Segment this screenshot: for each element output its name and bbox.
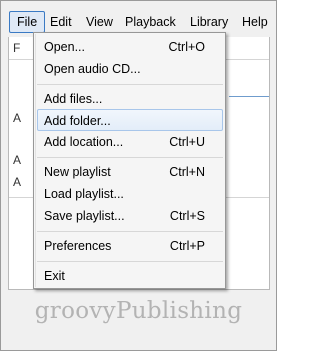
menu-item-label: Open... xyxy=(44,40,85,54)
menu-edit[interactable]: Edit xyxy=(50,11,72,33)
truncated-text-fragment: A xyxy=(13,175,22,189)
menu-item-shortcut: Ctrl+N xyxy=(169,165,205,179)
menu-item-add-location[interactable]: Add location... Ctrl+U xyxy=(37,131,223,153)
menu-view[interactable]: View xyxy=(86,11,113,33)
truncated-text-fragment: A xyxy=(13,153,22,167)
menu-item-new-playlist[interactable]: New playlist Ctrl+N xyxy=(37,161,223,183)
menu-item-label: Preferences xyxy=(44,239,112,253)
watermark-logo: groovyPublishing xyxy=(34,298,243,324)
menu-separator xyxy=(37,231,223,232)
selection-line xyxy=(229,96,269,97)
menu-item-label: New playlist xyxy=(44,165,111,179)
truncated-text-fragment: F xyxy=(13,41,21,55)
truncated-text-fragment: A xyxy=(13,111,22,125)
menu-item-label: Add folder... xyxy=(44,114,111,128)
menu-item-preferences[interactable]: Preferences Ctrl+P xyxy=(37,235,223,257)
menu-item-save-playlist[interactable]: Save playlist... Ctrl+S xyxy=(37,205,223,227)
menu-item-add-folder[interactable]: Add folder... xyxy=(37,109,223,131)
menu-item-shortcut: Ctrl+S xyxy=(169,209,205,223)
menu-gutter xyxy=(35,34,36,287)
menu-item-add-files[interactable]: Add files... xyxy=(37,88,223,110)
menu-item-open-audio-cd[interactable]: Open audio CD... xyxy=(37,58,223,80)
menu-separator xyxy=(37,84,223,85)
menu-item-load-playlist[interactable]: Load playlist... xyxy=(37,183,223,205)
menu-item-label: Open audio CD... xyxy=(44,62,141,76)
menu-library[interactable]: Library xyxy=(190,11,228,33)
menu-item-label: Save playlist... xyxy=(44,209,125,223)
menu-item-label: Exit xyxy=(44,269,65,283)
menu-file[interactable]: File xyxy=(9,11,46,33)
menu-playback[interactable]: Playback xyxy=(125,11,176,33)
menu-item-exit[interactable]: Exit xyxy=(37,265,223,287)
menu-item-open[interactable]: Open... Ctrl+O xyxy=(37,36,223,58)
menu-item-shortcut: Ctrl+O xyxy=(168,40,205,54)
menu-item-label: Load playlist... xyxy=(44,187,124,201)
menu-help[interactable]: Help xyxy=(242,11,268,33)
menu-separator xyxy=(37,157,223,158)
menu-item-label: Add files... xyxy=(44,92,103,106)
menu-item-shortcut: Ctrl+U xyxy=(169,135,205,149)
menu-separator xyxy=(37,261,223,262)
menu-item-label: Add location... xyxy=(44,135,124,149)
file-menu-dropdown: Open... Ctrl+O Open audio CD... Add file… xyxy=(33,32,226,289)
menu-item-shortcut: Ctrl+P xyxy=(169,239,205,253)
